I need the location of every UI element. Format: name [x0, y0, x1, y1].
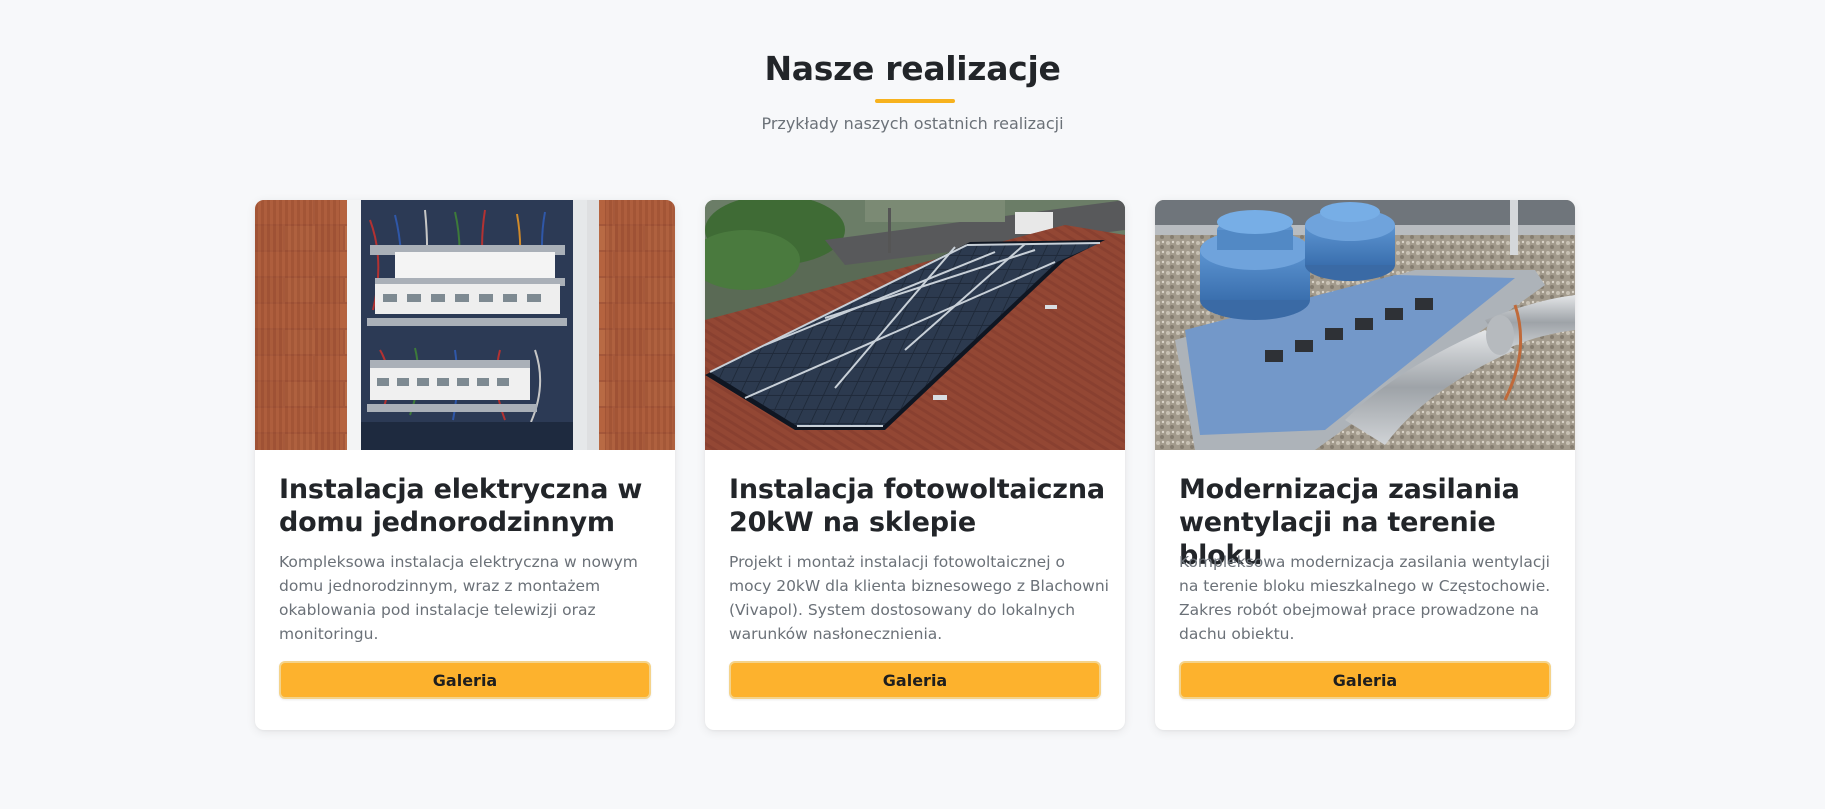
- project-card: Instalacja fotowoltaiczna 20kW na sklepi…: [705, 200, 1125, 730]
- gallery-button[interactable]: Galeria: [729, 661, 1101, 699]
- project-card: Modernizacja zasilania wentylacji na ter…: [1155, 200, 1575, 730]
- section-subtitle: Przykłady naszych ostatnich realizacji: [761, 114, 1064, 133]
- gallery-button[interactable]: Galeria: [1179, 661, 1551, 699]
- project-description: Kompleksowa instalacja elektryczna w now…: [279, 553, 638, 643]
- project-description: Kompleksowa modernizacja zasilania wenty…: [1179, 553, 1551, 643]
- ventilation-fans-roof-photo[interactable]: [1155, 200, 1575, 450]
- title-underline: [875, 99, 955, 103]
- project-title: Instalacja elektryczna w domu jednorodzi…: [279, 474, 643, 538]
- project-title: Instalacja fotowoltaiczna 20kW na sklepi…: [729, 474, 1105, 538]
- project-card: Instalacja elektryczna w domu jednorodzi…: [255, 200, 675, 730]
- gallery-button[interactable]: Galeria: [279, 661, 651, 699]
- section-title: Nasze realizacje: [764, 49, 1061, 88]
- project-description: Projekt i montaż instalacji fotowoltaicz…: [729, 553, 1109, 643]
- solar-panels-roof-photo[interactable]: [705, 200, 1125, 450]
- electrical-panel-photo[interactable]: [255, 200, 675, 450]
